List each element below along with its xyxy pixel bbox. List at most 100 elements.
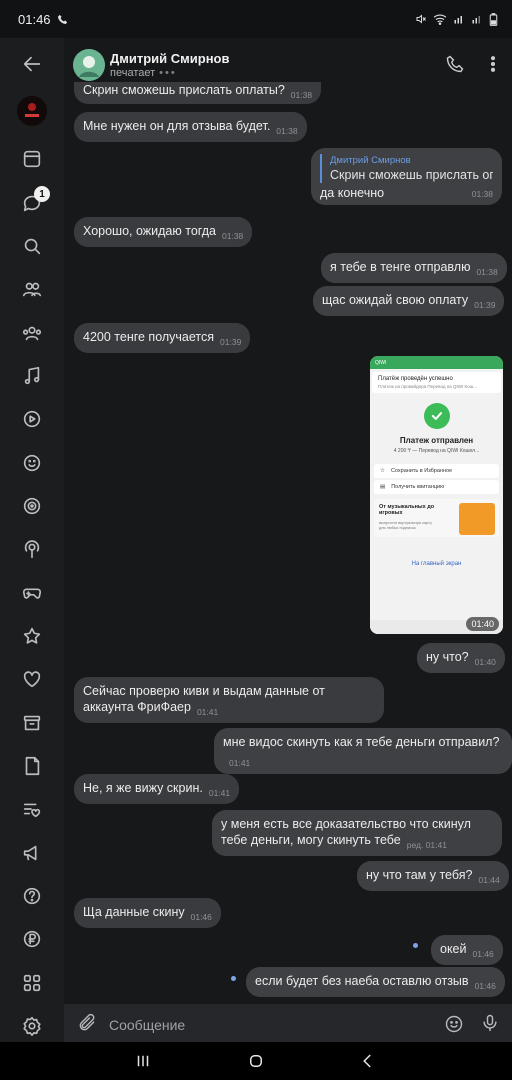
sidebar-item-communities[interactable]	[12, 313, 52, 353]
sidebar-item-gamepad[interactable]	[12, 573, 52, 613]
back-button[interactable]	[12, 44, 52, 84]
play-circle-icon	[23, 410, 41, 428]
sidebar-item-lists[interactable]	[12, 789, 52, 829]
checkmark-icon	[423, 403, 450, 429]
message-text: ну что там у тебя?	[366, 868, 473, 882]
group-icon	[22, 326, 42, 341]
screenshot-option: ▤ Получить квитанцию	[374, 480, 499, 494]
sidebar-item-podcasts[interactable]	[12, 529, 52, 569]
phone-call-status-icon	[57, 14, 67, 24]
reply-text: Скрин сможешь прислать оп...	[330, 168, 493, 182]
sidebar-item-games[interactable]	[12, 486, 52, 526]
message-list: Скрин сможешь прислать оплаты? 01:38 Мне …	[64, 82, 512, 1004]
system-navigation-bar	[0, 1042, 512, 1080]
home-icon	[250, 1055, 262, 1067]
unread-badge: 1	[34, 186, 50, 202]
attach-button[interactable]	[77, 1013, 97, 1033]
unread-indicator	[231, 976, 236, 981]
sidebar-item-help[interactable]	[12, 876, 52, 916]
smile-icon	[23, 454, 41, 472]
sidebar-item-bookmarks[interactable]	[12, 616, 52, 656]
sidebar-item-payments[interactable]	[12, 919, 52, 959]
file-icon	[25, 756, 40, 776]
more-vertical-icon	[490, 56, 496, 72]
podcast-icon	[24, 540, 40, 559]
home-button[interactable]	[244, 1051, 268, 1071]
megaphone-icon	[23, 845, 37, 861]
promo-title: От музыкальных до игровых	[379, 504, 435, 516]
call-button[interactable]	[441, 50, 469, 78]
message-bubble[interactable]: Сейчас проверю киви и выдам данные от ак…	[74, 677, 384, 723]
target-icon	[23, 497, 41, 515]
message-bubble[interactable]: ну что там у тебя? 01:44	[357, 861, 509, 891]
image-attachment[interactable]: QIWI Платёж проведён успешно Платеж на п…	[370, 356, 503, 634]
gear-icon	[23, 1016, 41, 1036]
search-icon	[24, 238, 41, 255]
message-bubble[interactable]: Скрин сможешь прислать оплаты? 01:38	[74, 82, 322, 104]
apps-grid-icon	[23, 974, 41, 992]
message-bubble[interactable]: Не, я же вижу скрин. 01:41	[74, 774, 240, 804]
message-bubble[interactable]: ну что? 01:40	[417, 643, 505, 673]
recent-apps-icon	[137, 1055, 149, 1067]
message-time: 01:46	[474, 981, 496, 991]
message-text: щас ожидай свою оплату	[322, 293, 469, 307]
reply-quote[interactable]: Дмитрий Смирнов Скрин сможешь прислать о…	[320, 154, 493, 183]
message-bubble[interactable]: у меня есть все доказательство что скину…	[212, 810, 502, 856]
arrow-left-icon	[23, 56, 41, 72]
sidebar: 1	[0, 38, 64, 1042]
sidebar-item-stickers[interactable]	[12, 443, 52, 483]
voice-message-button[interactable]	[480, 1013, 500, 1033]
screenshot-promo: От музыкальных до игровых выпустите вирт…	[374, 499, 499, 537]
screenshot-heading: Платеж отправлен	[399, 436, 474, 445]
message-text: я тебе в тенге отправлю	[330, 260, 471, 274]
message-time: 01:46	[190, 912, 212, 922]
message-time: 01:39	[220, 337, 242, 347]
message-input[interactable]: Сообщение	[109, 1017, 185, 1033]
message-time: 01:38	[222, 231, 244, 241]
message-bubble[interactable]: Ща данные скину 01:46	[74, 898, 221, 928]
help-circle-icon	[23, 887, 41, 905]
message-text: Мне нужен он для отзыва будет.	[83, 119, 271, 133]
sidebar-item-music[interactable]	[12, 356, 52, 396]
sidebar-item-settings[interactable]	[12, 1006, 52, 1046]
message-time: ред. 01:41	[406, 840, 447, 850]
sidebar-item-friends[interactable]	[12, 269, 52, 309]
message-bubble[interactable]: окей 01:46	[431, 935, 503, 965]
contact-avatar[interactable]	[73, 49, 105, 81]
message-bubble[interactable]: если будет без наеба оставлю отзыв 01:46	[246, 967, 505, 997]
sidebar-item-archive[interactable]	[12, 703, 52, 743]
sidebar-item-likes[interactable]	[12, 659, 52, 699]
message-bubble-reply[interactable]: Дмитрий Смирнов Скрин сможешь прислать о…	[311, 148, 502, 205]
message-text: Ща данные скину	[83, 905, 185, 919]
sidebar-item-feed[interactable]	[12, 139, 52, 179]
sidebar-item-files[interactable]	[12, 746, 52, 786]
message-time: 01:38	[290, 90, 313, 100]
typing-dots: •••	[159, 67, 177, 79]
star-small-icon: ☆	[380, 468, 385, 474]
message-bubble[interactable]: Мне нужен он для отзыва будет. 01:38	[74, 112, 307, 142]
message-time: 01:38	[471, 189, 493, 199]
recent-apps-button[interactable]	[131, 1051, 155, 1071]
profile-avatar[interactable]	[17, 96, 47, 126]
message-time: 01:40	[474, 657, 496, 667]
sidebar-item-apps[interactable]	[12, 963, 52, 1003]
sidebar-item-search[interactable]	[12, 226, 52, 266]
emoji-button[interactable]	[444, 1014, 464, 1034]
message-bubble[interactable]: мне видос скинуть как я тебе деньги отпр…	[214, 728, 512, 774]
sidebar-item-messages[interactable]: 1	[12, 183, 52, 223]
sidebar-item-ads[interactable]	[12, 833, 52, 873]
more-options-button[interactable]	[479, 50, 507, 78]
message-text: Хорошо, ожидаю тогда	[83, 224, 217, 238]
message-text: мне видос скинуть как я тебе деньги отпр…	[223, 735, 500, 749]
receipt-icon: ▤	[380, 484, 386, 490]
system-back-button[interactable]	[356, 1051, 380, 1071]
message-bubble[interactable]: щас ожидай свою оплату 01:39	[313, 286, 505, 316]
chevron-left-icon	[363, 1054, 371, 1068]
message-time: 01:41	[196, 707, 219, 717]
message-bubble[interactable]: Хорошо, ожидаю тогда 01:38	[74, 217, 253, 247]
contact-name[interactable]: Дмитрий Смирнов	[110, 51, 230, 66]
sidebar-item-video[interactable]	[12, 399, 52, 439]
message-bubble[interactable]: я тебе в тенге отправлю 01:38	[321, 253, 507, 283]
message-bubble[interactable]: 4200 тенге получается 01:39	[74, 323, 251, 353]
list-heart-icon	[23, 803, 41, 818]
